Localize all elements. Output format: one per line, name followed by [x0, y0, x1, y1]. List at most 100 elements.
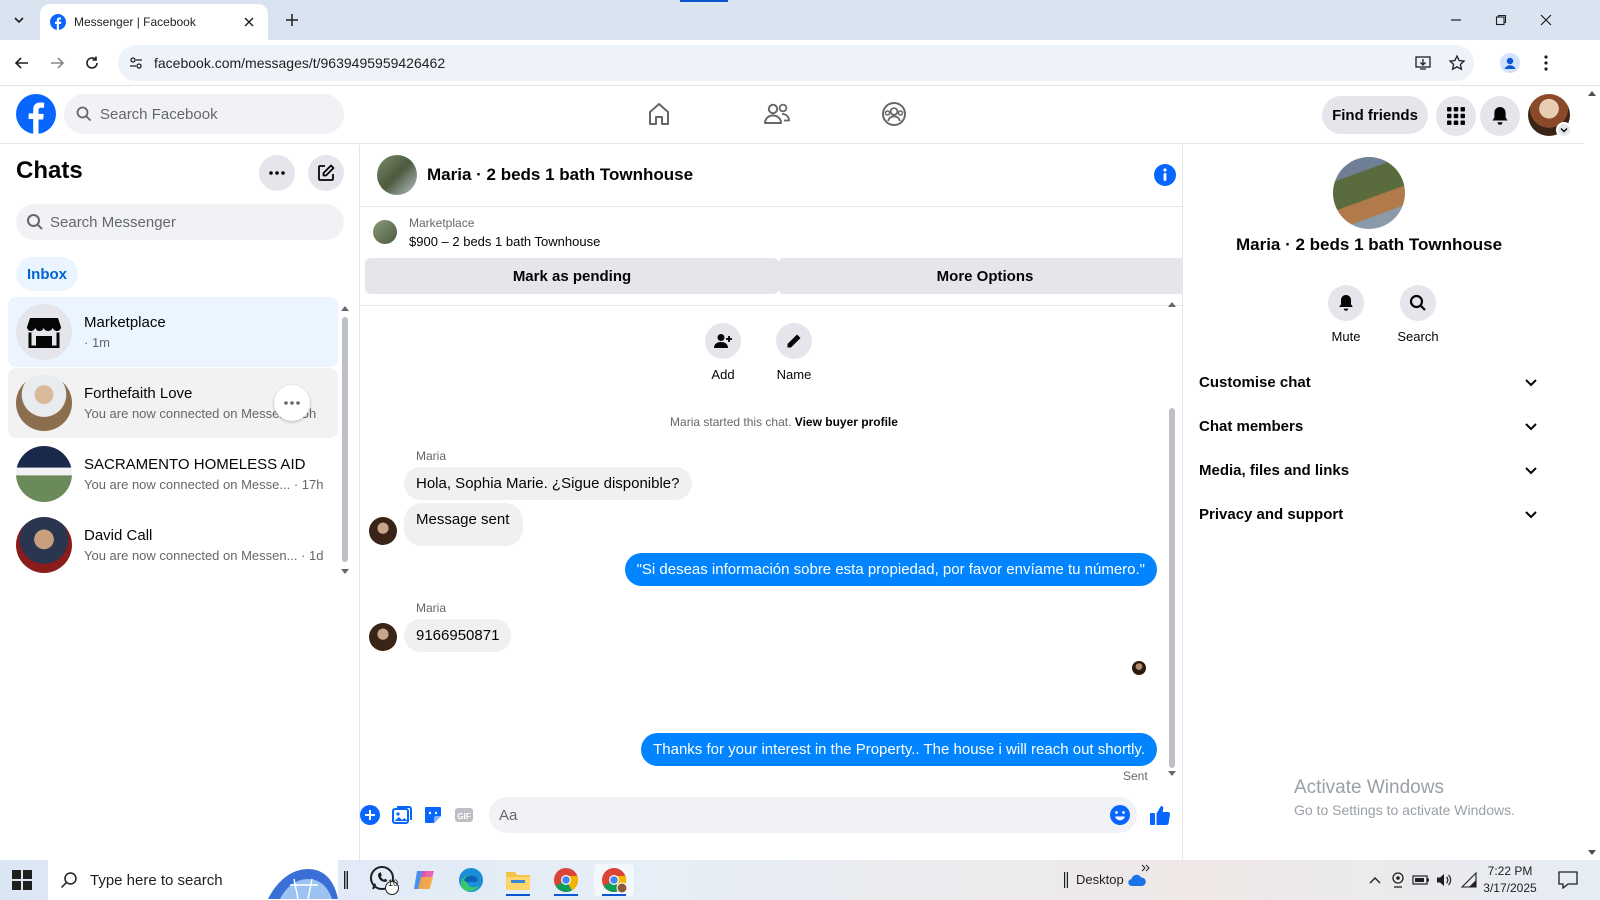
facebook-search-input[interactable] [100, 105, 320, 123]
like-thumbs-up-icon[interactable] [1147, 802, 1173, 828]
messenger-search[interactable] [16, 204, 344, 240]
show-hidden-icons-chevron-up-icon[interactable] [1366, 871, 1384, 889]
sticker-icon[interactable] [422, 804, 444, 826]
section-customise-chat[interactable]: Customise chat [1191, 362, 1547, 402]
copilot-taskbar-icon[interactable] [404, 864, 444, 896]
minimize-icon[interactable] [1441, 8, 1471, 32]
install-app-icon[interactable] [1406, 54, 1440, 72]
browser-menu-icon[interactable] [1534, 51, 1558, 75]
windows-taskbar: Type here to search 10 Desktop 7:22 PM 3… [0, 860, 1600, 900]
details-avatar[interactable] [1333, 157, 1405, 229]
taskbar-clock[interactable]: 7:22 PM 3/17/2025 [1478, 863, 1542, 897]
message-bubble-incoming[interactable]: Hola, Sophia Marie. ¿Sigue disponible? [404, 467, 692, 500]
chat-preview: · 1m [84, 335, 110, 350]
chrome-taskbar-icon[interactable] [546, 864, 586, 896]
chat-item-sacramento-homeless-aid[interactable]: SACRAMENTO HOMELESS AID You are now conn… [8, 439, 338, 509]
search-in-chat-action[interactable]: Search [1388, 285, 1448, 344]
sender-avatar[interactable] [369, 623, 397, 651]
section-media-files-links[interactable]: Media, files and links [1191, 450, 1547, 490]
section-privacy-support[interactable]: Privacy and support [1191, 494, 1547, 534]
file-explorer-taskbar-icon[interactable] [498, 864, 538, 896]
messenger-search-input[interactable] [50, 213, 330, 231]
chat-row-more-button[interactable] [274, 385, 310, 421]
conversation-title[interactable]: Maria · 2 beds 1 bath Townhouse [427, 165, 693, 185]
mute-action[interactable]: Mute [1316, 285, 1376, 344]
forward-arrow-icon[interactable] [45, 51, 69, 75]
menu-grid-icon[interactable] [1436, 96, 1476, 136]
home-icon[interactable] [643, 98, 675, 130]
chat-item-marketplace[interactable]: Marketplace · 1m [8, 297, 338, 367]
chats-options-button[interactable] [259, 155, 295, 191]
address-bar[interactable]: facebook.com/messages/t/9639495959426462 [118, 45, 1474, 81]
name-chat-action[interactable]: Name [764, 323, 824, 382]
webcam-tray-icon[interactable] [1389, 871, 1407, 889]
conversation-scrollbar[interactable] [1166, 300, 1178, 785]
tab-inbox[interactable]: Inbox [16, 257, 78, 291]
chat-name: SACRAMENTO HOMELESS AID [84, 456, 306, 473]
whatsapp-taskbar-icon[interactable]: 10 [364, 864, 404, 896]
find-friends-button[interactable]: Find friends [1322, 96, 1428, 134]
chat-item-david-call[interactable]: David Call You are now connected on Mess… [8, 510, 338, 580]
message-bubble-outgoing[interactable]: "Si deseas información sobre esta propie… [624, 553, 1157, 586]
more-horizontal-icon [284, 401, 300, 405]
add-people-action[interactable]: Add [693, 323, 753, 382]
message-input[interactable] [499, 806, 1089, 824]
chevron-double-right-icon[interactable] [1140, 862, 1152, 874]
desktop-toolbar-label[interactable]: Desktop [1076, 872, 1124, 887]
notification-center-icon[interactable] [1557, 869, 1579, 891]
account-avatar[interactable] [1528, 94, 1572, 138]
browser-tab-messenger[interactable]: Messenger | Facebook [40, 4, 268, 40]
compose-icon [318, 164, 335, 181]
view-buyer-profile-link[interactable]: View buyer profile [795, 415, 898, 429]
back-arrow-icon[interactable] [10, 51, 34, 75]
emoji-icon[interactable] [1109, 804, 1131, 826]
facebook-search[interactable] [64, 94, 344, 134]
windows-start-icon[interactable] [12, 870, 32, 890]
battery-tray-icon[interactable] [1412, 871, 1430, 889]
desktop-toolbar-handle-icon[interactable] [1060, 870, 1072, 890]
tab-close-icon[interactable] [240, 13, 258, 31]
sender-avatar[interactable] [369, 517, 397, 545]
facebook-favicon-icon [50, 14, 66, 30]
tab-search-button[interactable] [6, 8, 32, 32]
conversation-pane: Maria · 2 beds 1 bath Townhouse Marketpl… [361, 145, 1207, 860]
reload-icon[interactable] [80, 51, 104, 75]
gif-icon[interactable]: GIF [453, 804, 475, 826]
task-view-icon[interactable] [340, 864, 352, 896]
chevron-down-icon [1525, 511, 1537, 519]
chat-list-scrollbar[interactable] [341, 305, 349, 725]
notifications-bell-icon[interactable] [1480, 96, 1520, 136]
close-window-icon[interactable] [1531, 8, 1561, 32]
message-bubble-incoming[interactable]: 9166950871 [404, 619, 512, 652]
edge-taskbar-icon[interactable] [451, 864, 491, 896]
chat-item-forthefaith-love[interactable]: Forthefaith Love You are now connected o… [8, 368, 338, 438]
avatar [16, 517, 72, 573]
site-info-icon[interactable] [118, 55, 154, 71]
friends-icon[interactable] [761, 98, 793, 130]
listing-description[interactable]: $900 – 2 beds 1 bath Townhouse [409, 234, 600, 249]
attach-photo-icon[interactable] [391, 804, 413, 826]
activate-windows-watermark: Activate Windows Go to Settings to activ… [1294, 777, 1515, 818]
mark-as-pending-button[interactable]: Mark as pending [365, 258, 779, 294]
section-chat-members[interactable]: Chat members [1191, 406, 1547, 446]
message-bubble-outgoing[interactable]: Thanks for your interest in the Property… [641, 733, 1157, 766]
restore-icon[interactable] [1486, 8, 1516, 32]
groups-icon[interactable] [878, 98, 910, 130]
search-icon [1400, 285, 1436, 321]
bookmark-star-icon[interactable] [1440, 54, 1474, 72]
page-scrollbar[interactable] [1584, 86, 1600, 860]
conversation-avatar[interactable] [377, 155, 417, 195]
listing-thumbnail[interactable] [373, 220, 397, 244]
chrome-profile-taskbar-icon[interactable] [594, 864, 634, 896]
message-bubble-incoming[interactable]: Message sent [404, 503, 524, 546]
volume-tray-icon[interactable] [1435, 871, 1453, 889]
new-tab-plus-icon[interactable] [282, 10, 302, 30]
more-options-button[interactable]: More Options [778, 258, 1192, 294]
taskbar-search-box[interactable]: Type here to search [48, 860, 338, 900]
new-message-button[interactable] [308, 155, 344, 191]
info-icon[interactable] [1153, 163, 1177, 187]
wifi-tray-icon[interactable] [1460, 871, 1478, 889]
profile-icon[interactable] [1498, 51, 1522, 75]
facebook-logo-icon[interactable] [16, 94, 56, 134]
more-actions-plus-icon[interactable] [359, 804, 381, 826]
